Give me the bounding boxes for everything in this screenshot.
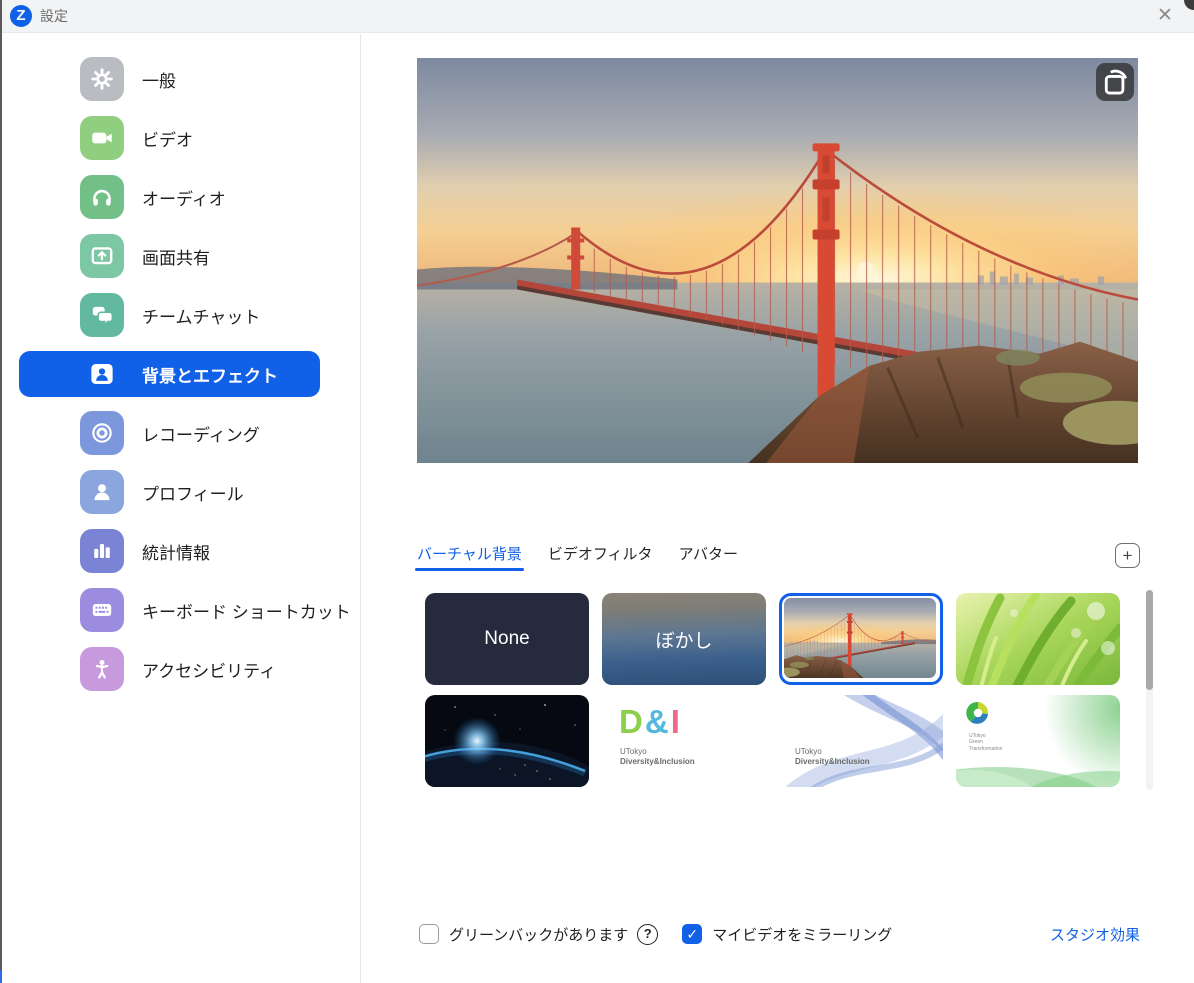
studio-effects-link[interactable]: スタジオ効果	[1050, 924, 1140, 945]
screen-share-icon	[80, 234, 124, 278]
sidebar-item-profile[interactable]: プロフィール	[19, 469, 320, 515]
person-in-frame-icon	[87, 359, 117, 389]
blur-label: ぼかし	[655, 626, 712, 653]
sidebar-item-screen-share[interactable]: 画面共有	[19, 233, 320, 279]
dandi-caption: UTokyo Diversity&Inclusion	[620, 747, 695, 767]
sidebar-item-label: ビデオ	[142, 126, 193, 151]
mirror-video-checkbox[interactable]: ✓	[682, 924, 702, 944]
sidebar-item-label: 一般	[142, 67, 176, 92]
rotate-preview-button[interactable]	[1096, 63, 1134, 101]
sidebar-item-recording[interactable]: レコーディング	[19, 410, 320, 456]
mirror-video-label: マイビデオをミラーリング	[712, 924, 892, 945]
thumbnail-scrollbar-thumb[interactable]	[1146, 590, 1153, 690]
background-option-utokyo-waves[interactable]: UTokyo Diversity&Inclusion	[779, 695, 943, 787]
headphones-icon	[80, 175, 124, 219]
sidebar-item-accessibility[interactable]: アクセシビリティ	[19, 646, 320, 692]
dandi-logo: D&I	[619, 703, 682, 741]
none-label: None	[484, 628, 529, 650]
sidebar-item-label: アクセシビリティ	[142, 657, 276, 682]
sidebar-item-keyboard-shortcuts[interactable]: キーボード ショートカット	[19, 587, 320, 633]
help-icon[interactable]: ?	[637, 924, 658, 945]
close-icon[interactable]: ✕	[1150, 3, 1180, 29]
sidebar-item-label: オーディオ	[142, 185, 226, 210]
waves-caption: UTokyo Diversity&Inclusion	[795, 747, 870, 767]
record-circle-icon	[80, 411, 124, 455]
virtual-background-preview	[417, 58, 1138, 463]
sidebar-item-label: チームチャット	[142, 303, 260, 328]
sidebar-item-label: プロフィール	[142, 480, 244, 505]
sidebar-item-label: レコーディング	[142, 421, 260, 446]
video-camera-icon	[80, 116, 124, 160]
tab-video-filter[interactable]: ビデオフィルタ	[548, 543, 653, 571]
sidebar-item-general[interactable]: 一般	[19, 56, 320, 102]
background-option-utokyo-green[interactable]: UTokyo Green Transformation	[956, 695, 1120, 787]
sidebar-item-team-chat[interactable]: チームチャット	[19, 292, 320, 338]
sidebar-item-label: キーボード ショートカット	[142, 598, 351, 623]
sidebar-item-background-effects[interactable]: 背景とエフェクト	[19, 351, 320, 397]
chat-bubbles-icon	[80, 293, 124, 337]
tab-virtual-background[interactable]: バーチャル背景	[417, 543, 522, 571]
background-option-utokyo-dandi-logo[interactable]: D&I UTokyo Diversity&Inclusion	[602, 695, 766, 787]
background-option-grass[interactable]	[956, 593, 1120, 685]
window-title: 設定	[40, 6, 68, 26]
green-caption: UTokyo Green Transformation	[969, 733, 1002, 752]
green-logo	[966, 702, 988, 724]
keyboard-icon	[80, 588, 124, 632]
background-option-blur[interactable]: ぼかし	[602, 593, 766, 685]
background-option-bridge-selected[interactable]	[779, 593, 943, 685]
sidebar-item-audio[interactable]: オーディオ	[19, 174, 320, 220]
thumbnail-scrollbar-track[interactable]	[1146, 590, 1153, 790]
background-options-footer: グリーンバックがあります ? ✓ マイビデオをミラーリング スタジオ効果	[419, 920, 1140, 948]
sidebar-item-label: 画面共有	[142, 244, 210, 269]
tab-avatar[interactable]: アバター	[679, 543, 738, 571]
person-icon	[80, 470, 124, 514]
sidebar-item-video[interactable]: ビデオ	[19, 115, 320, 161]
green-screen-checkbox[interactable]	[419, 924, 439, 944]
background-thumbnail-grid: None ぼかし	[425, 593, 1120, 787]
background-option-earth[interactable]	[425, 695, 589, 787]
sidebar-item-statistics[interactable]: 統計情報	[19, 528, 320, 574]
green-screen-label: グリーンバックがあります	[449, 924, 628, 945]
sidebar-item-label: 背景とエフェクト	[142, 362, 278, 387]
zoom-logo-icon: Z	[10, 5, 32, 27]
titlebar: Z 設定	[0, 0, 1194, 33]
settings-sidebar: 一般 ビデオ オーディオ 画面共有 チームチャット 背景とエフェクト	[2, 34, 361, 983]
rotate-icon	[1096, 63, 1134, 101]
background-tabs: バーチャル背景 ビデオフィルタ アバター +	[417, 543, 1140, 573]
add-background-button[interactable]: +	[1115, 543, 1140, 568]
bar-chart-icon	[80, 529, 124, 573]
sidebar-item-label: 統計情報	[142, 539, 210, 564]
accessibility-icon	[80, 647, 124, 691]
gear-icon	[80, 57, 124, 101]
background-option-none[interactable]: None	[425, 593, 589, 685]
